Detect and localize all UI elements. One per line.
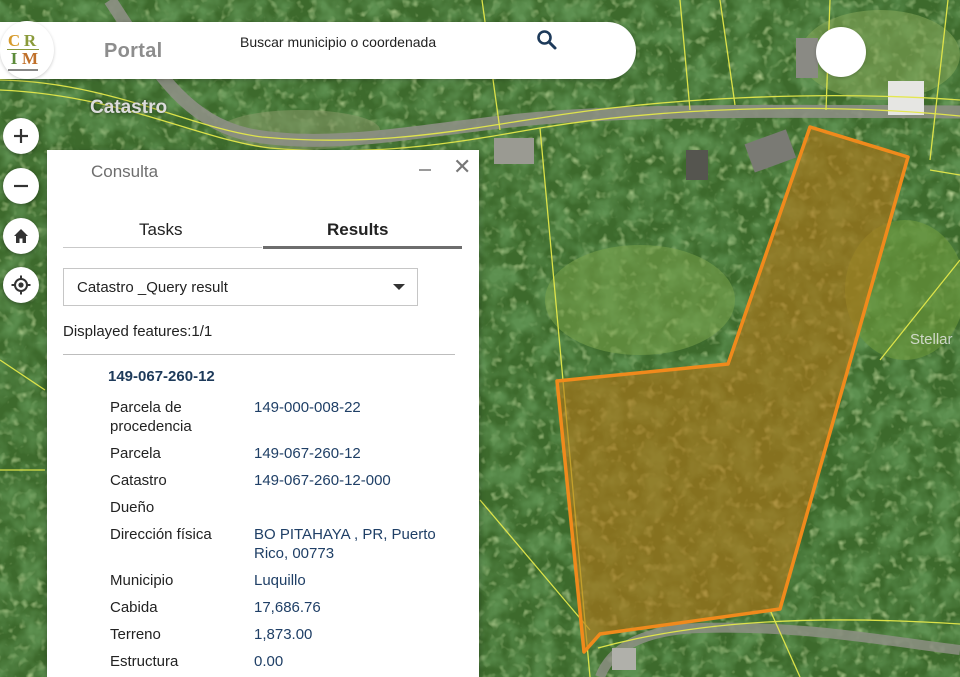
zoom-out-button[interactable] <box>3 168 39 204</box>
home-icon <box>14 229 28 243</box>
map-layer-label: Catastro <box>90 97 168 118</box>
panel-title: Consulta <box>91 162 159 181</box>
attribute-label: Dirección física <box>110 526 212 543</box>
crim-logo[interactable]: C R I M <box>0 21 54 79</box>
minus-icon <box>14 184 28 188</box>
zoom-in-button[interactable] <box>3 118 39 154</box>
minimize-button[interactable] <box>419 169 431 171</box>
attribute-value: 0.00 <box>254 653 284 670</box>
search-icon[interactable] <box>536 29 558 51</box>
feature-title[interactable]: 149-067-260-12 <box>108 368 215 385</box>
tab-results[interactable]: Results <box>327 220 388 240</box>
query-panel: Consulta ✕ Tasks Results Catastro _Query… <box>47 150 479 677</box>
attribute-value: 149-067-260-12-000 <box>254 472 391 489</box>
attribute-label: Dueño <box>110 499 155 516</box>
portal-link[interactable]: Portal <box>104 40 162 63</box>
attribute-value: Luquillo <box>254 572 306 589</box>
logo-letter: C <box>7 31 21 50</box>
map-place-label: Stellar <box>910 331 953 348</box>
search-input[interactable] <box>240 30 520 54</box>
attribute-label: Parcela <box>110 445 161 462</box>
layer-select[interactable]: Catastro _Query result <box>63 268 418 306</box>
attribute-label: Estructura <box>110 653 179 670</box>
chevron-down-icon <box>393 284 405 290</box>
tab-active-indicator <box>263 246 462 249</box>
attribute-value: 17,686.76 <box>254 599 321 616</box>
logo-tagline <box>8 69 38 71</box>
tab-tasks[interactable]: Tasks <box>139 220 182 240</box>
attribute-label: Parcela de procedencia <box>110 399 192 435</box>
attribute-value: 1,873.00 <box>254 626 313 643</box>
layer-select-value: Catastro _Query result <box>77 279 228 296</box>
divider <box>63 354 455 355</box>
attribute-label: Catastro <box>110 472 167 489</box>
tab-underline <box>63 247 262 248</box>
attribute-value: BO PITAHAYA , PR, Puerto Rico, 00773 <box>254 526 436 562</box>
attribute-value: 149-000-008-22 <box>254 399 361 416</box>
attribute-label: Terreno <box>110 626 161 643</box>
close-button[interactable]: ✕ <box>453 156 471 178</box>
logo-letter: M <box>22 49 39 68</box>
user-avatar[interactable] <box>816 27 866 77</box>
locate-icon <box>11 275 31 295</box>
locate-button[interactable] <box>3 267 39 303</box>
logo-letter: R <box>23 31 37 50</box>
attribute-value: 149-067-260-12 <box>254 445 361 462</box>
plus-icon <box>14 129 28 143</box>
attribute-label: Municipio <box>110 572 174 589</box>
home-button[interactable] <box>3 218 39 254</box>
attribute-label: Cabida <box>110 599 158 616</box>
logo-letter: I <box>10 49 18 68</box>
displayed-features-count: Displayed features:1/1 <box>63 323 213 340</box>
